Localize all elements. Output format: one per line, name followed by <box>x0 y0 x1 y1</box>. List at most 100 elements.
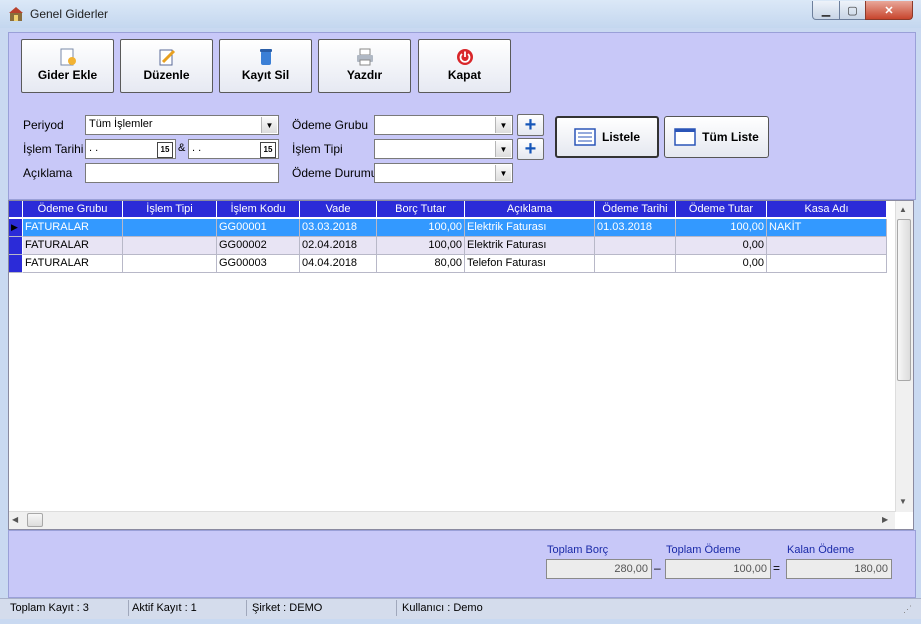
periyod-label: Periyod <box>23 118 64 132</box>
table-row[interactable]: ▶ FATURALAR GG00001 03.03.2018 100,00 El… <box>9 219 887 237</box>
add-islem-tipi-button[interactable]: + <box>517 138 544 160</box>
odeme-durumu-select[interactable]: ▼ <box>374 163 513 183</box>
column-header[interactable]: Ödeme Grubu <box>23 201 123 218</box>
plus-icon: + <box>524 138 537 160</box>
table-row[interactable]: FATURALAR GG00002 02.04.2018 100,00 Elek… <box>9 237 887 255</box>
chevron-down-icon[interactable]: ▼ <box>495 165 511 181</box>
cell-islem-tipi[interactable] <box>123 219 217 237</box>
minimize-button[interactable]: ▁ <box>812 1 840 20</box>
calendar-icon[interactable]: 15 <box>260 142 276 158</box>
close-icon: ✕ <box>884 4 894 17</box>
vertical-scrollbar[interactable]: ▲ ▼ <box>895 201 913 512</box>
date-range-separator: & <box>178 142 186 154</box>
app-icon <box>9 7 23 21</box>
vertical-scroll-thumb[interactable] <box>897 219 911 381</box>
cell-aciklama[interactable]: Elektrik Faturası <box>465 219 595 237</box>
cell-borc-tutar[interactable]: 100,00 <box>377 219 465 237</box>
delete-record-label: Kayıt Sil <box>241 68 290 82</box>
row-indicator <box>9 237 23 255</box>
chevron-down-icon[interactable]: ▼ <box>495 141 511 157</box>
cell-islem-tipi[interactable] <box>123 255 217 273</box>
list-button-label: Listele <box>601 130 640 144</box>
close-window-button[interactable]: ✕ <box>865 1 913 20</box>
cell-odeme-tarihi[interactable] <box>595 237 676 255</box>
chevron-down-icon[interactable]: ▼ <box>261 117 277 133</box>
cell-islem-tipi[interactable] <box>123 237 217 255</box>
list-icon <box>574 128 596 146</box>
edit-button[interactable]: Düzenle <box>120 39 213 93</box>
horizontal-scrollbar[interactable]: ◀ ▶ <box>9 511 895 529</box>
cell-kasa-adi[interactable] <box>767 255 887 273</box>
add-odeme-grubu-button[interactable]: + <box>517 114 544 136</box>
column-header[interactable]: Açıklama <box>465 201 595 218</box>
maximize-button[interactable]: ▢ <box>839 1 866 20</box>
column-header[interactable]: Kasa Adı <box>767 201 887 218</box>
title-bar[interactable] <box>0 0 921 29</box>
date-from-value: . . <box>89 142 99 154</box>
cell-odeme-tarihi[interactable]: 01.03.2018 <box>595 219 676 237</box>
equals-sign: = <box>773 561 781 575</box>
cell-odeme-tutar[interactable]: 0,00 <box>676 255 767 273</box>
cell-kasa-adi[interactable] <box>767 237 887 255</box>
window-icon <box>674 128 696 146</box>
aciklama-input[interactable] <box>85 163 279 183</box>
scroll-down-icon[interactable]: ▼ <box>899 497 907 506</box>
cell-aciklama[interactable]: Telefon Faturası <box>465 255 595 273</box>
print-button[interactable]: Yazdır <box>318 39 411 93</box>
scroll-left-icon[interactable]: ◀ <box>12 515 18 524</box>
maximize-icon: ▢ <box>847 4 858 17</box>
chevron-down-icon[interactable]: ▼ <box>495 117 511 133</box>
kalan-odeme-label: Kalan Ödeme <box>787 544 855 556</box>
islem-tipi-select[interactable]: ▼ <box>374 139 513 159</box>
cell-odeme-grubu[interactable]: FATURALAR <box>23 237 123 255</box>
row-indicator <box>9 255 23 273</box>
status-user: Kullanıcı : Demo <box>402 602 483 614</box>
cell-islem-kodu[interactable]: GG00003 <box>217 255 300 273</box>
cell-kasa-adi[interactable]: NAKİT <box>767 219 887 237</box>
list-button[interactable]: Listele <box>555 116 659 158</box>
cell-odeme-grubu[interactable]: FATURALAR <box>23 255 123 273</box>
column-header[interactable]: Ödeme Tutar <box>676 201 767 218</box>
horizontal-scroll-thumb[interactable] <box>27 513 43 527</box>
cell-islem-kodu[interactable]: GG00002 <box>217 237 300 255</box>
cell-vade[interactable]: 02.04.2018 <box>300 237 377 255</box>
periyod-select[interactable]: Tüm İşlemler ▼ <box>85 115 279 135</box>
status-company: Şirket : DEMO <box>250 600 397 616</box>
cell-vade[interactable]: 04.04.2018 <box>300 255 377 273</box>
new-document-icon <box>60 48 76 66</box>
cell-borc-tutar[interactable]: 80,00 <box>377 255 465 273</box>
kalan-odeme-field: 180,00 <box>786 559 892 579</box>
grid-header: Ödeme Grubu İşlem Tipi İşlem Kodu Vade B… <box>9 201 887 219</box>
scroll-right-icon[interactable]: ▶ <box>882 515 888 524</box>
resize-grip-icon[interactable]: ⋰ <box>903 604 912 615</box>
column-header[interactable]: Borç Tutar <box>377 201 465 218</box>
table-row[interactable]: FATURALAR GG00003 04.04.2018 80,00 Telef… <box>9 255 887 273</box>
odeme-grubu-select[interactable]: ▼ <box>374 115 513 135</box>
column-header[interactable]: İşlem Kodu <box>217 201 300 218</box>
cell-islem-kodu[interactable]: GG00001 <box>217 219 300 237</box>
cell-odeme-tutar[interactable]: 0,00 <box>676 237 767 255</box>
cell-odeme-grubu[interactable]: FATURALAR <box>23 219 123 237</box>
grid-header-indicator <box>9 201 23 218</box>
cell-aciklama[interactable]: Elektrik Faturası <box>465 237 595 255</box>
cell-odeme-tarihi[interactable] <box>595 255 676 273</box>
delete-record-button[interactable]: Kayıt Sil <box>219 39 312 93</box>
column-header[interactable]: Vade <box>300 201 377 218</box>
close-form-label: Kapat <box>447 68 482 82</box>
close-form-button[interactable]: Kapat <box>418 39 511 93</box>
minus-sign: – <box>654 561 661 575</box>
cell-borc-tutar[interactable]: 100,00 <box>377 237 465 255</box>
status-total-records: Toplam Kayıt : 3 <box>8 600 129 616</box>
cell-vade[interactable]: 03.03.2018 <box>300 219 377 237</box>
column-header[interactable]: Ödeme Tarihi <box>595 201 676 218</box>
add-expense-button[interactable]: Gider Ekle <box>21 39 114 93</box>
cell-odeme-tutar[interactable]: 100,00 <box>676 219 767 237</box>
full-list-button[interactable]: Tüm Liste <box>664 116 769 158</box>
calendar-icon[interactable]: 15 <box>157 142 173 158</box>
scroll-up-icon[interactable]: ▲ <box>899 205 907 214</box>
date-from-field[interactable]: . . 15 <box>85 139 176 159</box>
periyod-value: Tüm İşlemler <box>89 118 153 130</box>
expense-grid[interactable]: Ödeme Grubu İşlem Tipi İşlem Kodu Vade B… <box>8 200 914 530</box>
column-header[interactable]: İşlem Tipi <box>123 201 217 218</box>
date-to-field[interactable]: . . 15 <box>188 139 279 159</box>
